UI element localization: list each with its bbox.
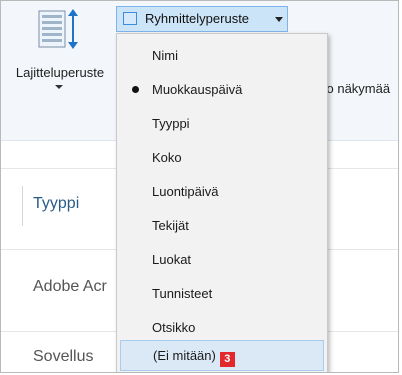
chevron-down-icon bbox=[275, 17, 283, 22]
menu-item-title[interactable]: Otsikko bbox=[120, 312, 324, 343]
explorer-window: Lajitteluperuste ko näkymää Ryhmittelype… bbox=[0, 0, 399, 373]
menu-item-none[interactable]: (Ei mitään) 3 bbox=[120, 340, 324, 371]
menu-item-size[interactable]: Koko bbox=[120, 142, 324, 173]
menu-item-label: Muokkauspäivä bbox=[152, 82, 243, 97]
view-option-label[interactable]: ko näkymää bbox=[320, 81, 390, 96]
menu-item-label: Luokat bbox=[152, 252, 192, 267]
menu-item-name[interactable]: Nimi bbox=[120, 40, 324, 71]
step-number-badge: 3 bbox=[219, 352, 235, 367]
menu-item-tags[interactable]: Tunnisteet bbox=[120, 278, 324, 309]
group-by-label: Ryhmittelyperuste bbox=[145, 11, 250, 26]
menu-item-authors[interactable]: Tekijät bbox=[120, 210, 324, 241]
sort-by-icon bbox=[37, 7, 81, 64]
menu-item-label: Luontipäivä bbox=[152, 184, 219, 199]
menu-item-label: Koko bbox=[152, 150, 182, 165]
menu-item-label: (Ei mitään) bbox=[153, 348, 216, 363]
menu-item-label: Nimi bbox=[152, 48, 178, 63]
list-item[interactable]: Sovellus bbox=[33, 348, 93, 366]
menu-item-none-wrap: (Ei mitään) 3 bbox=[153, 348, 235, 367]
menu-item-date-created[interactable]: Luontipäivä bbox=[120, 176, 324, 207]
menu-item-label: Tekijät bbox=[152, 218, 189, 233]
sort-by-label: Lajitteluperuste bbox=[15, 65, 105, 80]
menu-item-label: Otsikko bbox=[152, 320, 196, 335]
group-by-menu: Nimi Muokkauspäivä Tyyppi Koko Luontipäi… bbox=[116, 33, 328, 372]
group-by-icon bbox=[123, 12, 137, 25]
column-header-type[interactable]: Tyyppi bbox=[33, 195, 79, 213]
menu-item-label: Tyyppi bbox=[152, 116, 190, 131]
column-separator[interactable] bbox=[22, 186, 23, 226]
selected-bullet-icon bbox=[132, 86, 139, 93]
sort-by-button[interactable]: Lajitteluperuste bbox=[5, 5, 115, 95]
chevron-down-icon bbox=[55, 85, 63, 89]
menu-item-label: Tunnisteet bbox=[152, 286, 213, 301]
menu-item-categories[interactable]: Luokat bbox=[120, 244, 324, 275]
menu-item-type[interactable]: Tyyppi bbox=[120, 108, 324, 139]
list-item[interactable]: Adobe Acr bbox=[33, 278, 107, 296]
group-by-button[interactable]: Ryhmittelyperuste bbox=[116, 6, 288, 32]
menu-item-date-modified[interactable]: Muokkauspäivä bbox=[120, 74, 324, 105]
